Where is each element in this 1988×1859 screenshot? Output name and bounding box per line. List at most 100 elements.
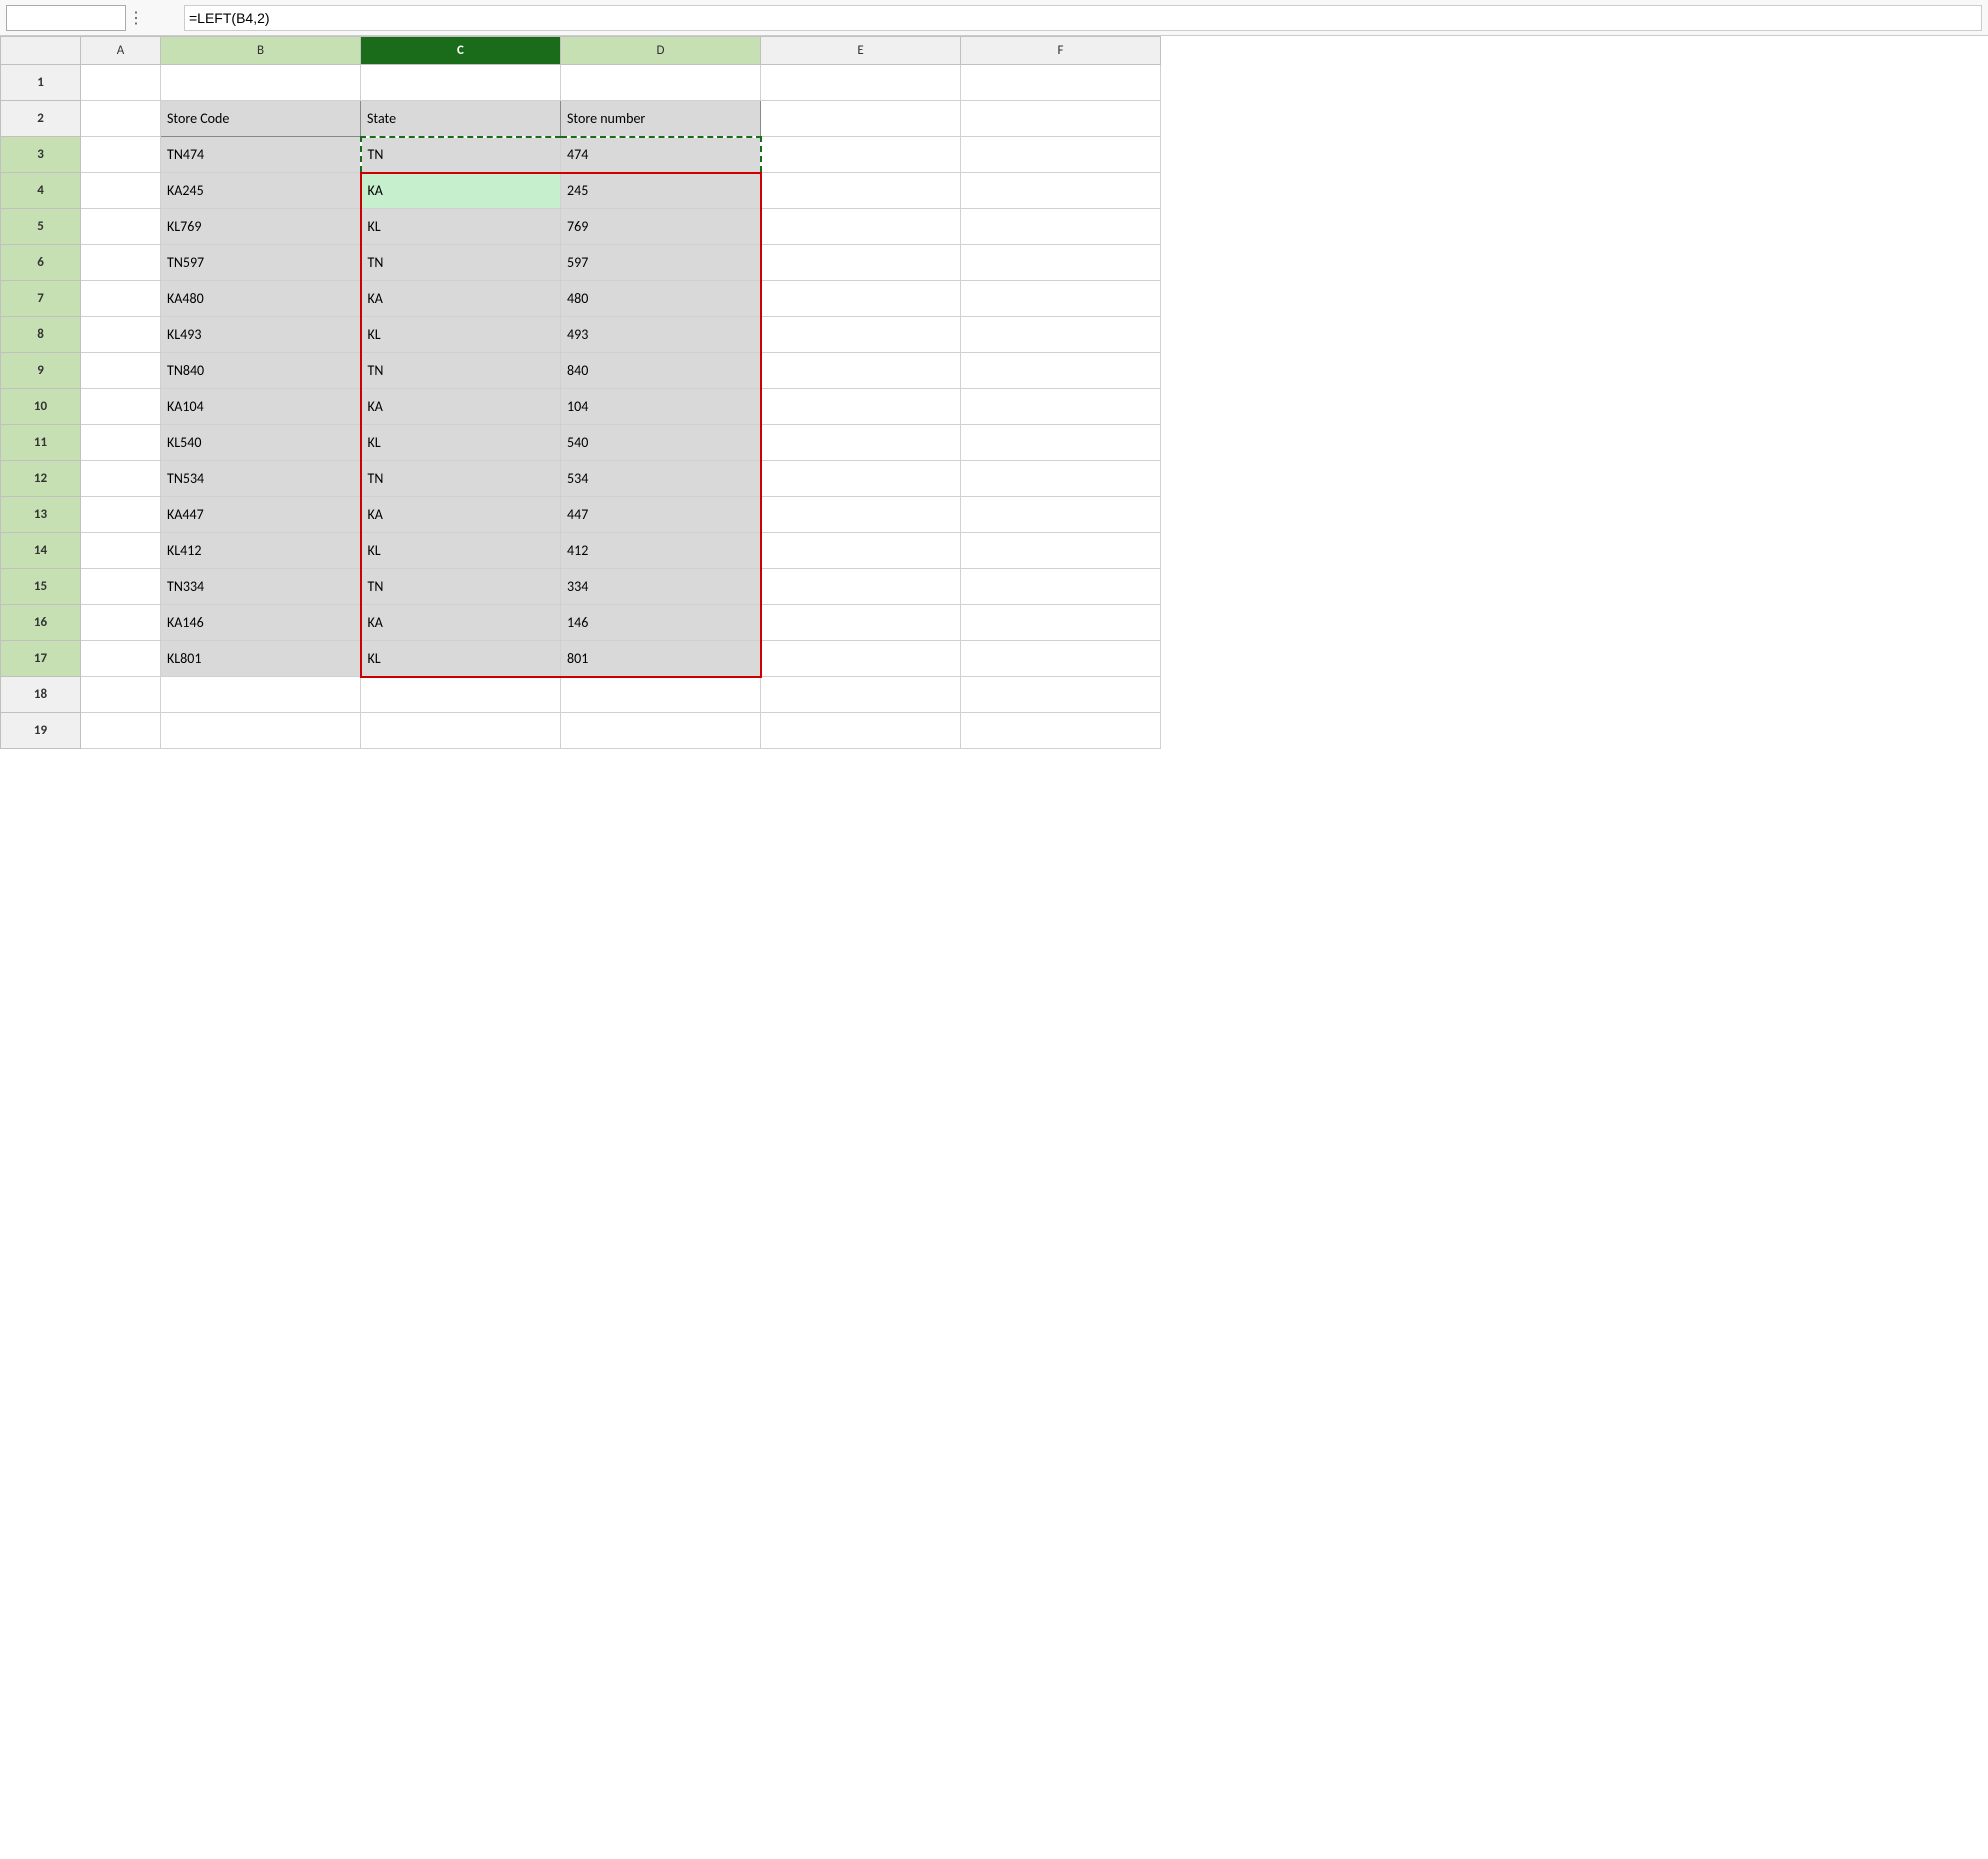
table-cell[interactable]: Store Code <box>161 101 361 137</box>
table-cell[interactable]: KA146 <box>161 605 361 641</box>
table-cell[interactable]: TN <box>361 353 561 389</box>
table-cell[interactable] <box>81 461 161 497</box>
table-cell[interactable] <box>961 65 1161 101</box>
table-cell[interactable]: 474 <box>561 137 761 173</box>
table-cell[interactable]: 245 <box>561 173 761 209</box>
table-cell[interactable] <box>161 65 361 101</box>
table-cell[interactable] <box>961 209 1161 245</box>
col-header-d[interactable]: D <box>561 37 761 65</box>
table-cell[interactable] <box>961 677 1161 713</box>
table-cell[interactable]: KL540 <box>161 425 361 461</box>
table-cell[interactable] <box>761 317 961 353</box>
table-cell[interactable] <box>81 569 161 605</box>
table-cell[interactable]: 480 <box>561 281 761 317</box>
table-cell[interactable] <box>761 389 961 425</box>
table-cell[interactable]: KL <box>361 317 561 353</box>
table-cell[interactable]: TN840 <box>161 353 361 389</box>
table-cell[interactable] <box>81 605 161 641</box>
table-cell[interactable] <box>761 65 961 101</box>
table-cell[interactable] <box>761 533 961 569</box>
table-cell[interactable]: TN <box>361 461 561 497</box>
table-cell[interactable] <box>961 425 1161 461</box>
table-cell[interactable] <box>961 173 1161 209</box>
table-cell[interactable]: State <box>361 101 561 137</box>
table-cell[interactable] <box>761 281 961 317</box>
table-cell[interactable] <box>561 677 761 713</box>
table-cell[interactable] <box>561 713 761 749</box>
table-cell[interactable] <box>81 281 161 317</box>
table-cell[interactable]: 334 <box>561 569 761 605</box>
table-cell[interactable] <box>761 497 961 533</box>
table-cell[interactable]: KL <box>361 209 561 245</box>
table-cell[interactable]: 540 <box>561 425 761 461</box>
table-cell[interactable]: KL493 <box>161 317 361 353</box>
table-cell[interactable] <box>961 317 1161 353</box>
table-cell[interactable] <box>761 137 961 173</box>
table-cell[interactable] <box>361 677 561 713</box>
table-cell[interactable]: KL769 <box>161 209 361 245</box>
table-cell[interactable]: KL <box>361 641 561 677</box>
table-cell[interactable] <box>961 101 1161 137</box>
table-cell[interactable] <box>81 389 161 425</box>
table-cell[interactable] <box>81 317 161 353</box>
table-cell[interactable] <box>761 605 961 641</box>
table-cell[interactable] <box>961 713 1161 749</box>
table-cell[interactable] <box>81 497 161 533</box>
table-cell[interactable]: KA <box>361 497 561 533</box>
table-cell[interactable]: KA447 <box>161 497 361 533</box>
table-cell[interactable]: 840 <box>561 353 761 389</box>
table-cell[interactable] <box>761 353 961 389</box>
table-cell[interactable]: KA480 <box>161 281 361 317</box>
table-cell[interactable]: KL801 <box>161 641 361 677</box>
table-cell[interactable] <box>361 65 561 101</box>
table-cell[interactable] <box>81 533 161 569</box>
table-cell[interactable] <box>961 569 1161 605</box>
table-cell[interactable]: TN <box>361 137 561 173</box>
table-cell[interactable]: TN474 <box>161 137 361 173</box>
table-cell[interactable]: TN597 <box>161 245 361 281</box>
table-cell[interactable] <box>961 497 1161 533</box>
table-cell[interactable] <box>761 425 961 461</box>
table-cell[interactable] <box>161 713 361 749</box>
table-cell[interactable] <box>81 353 161 389</box>
table-cell[interactable] <box>961 461 1161 497</box>
table-cell[interactable] <box>81 641 161 677</box>
table-cell[interactable] <box>761 677 961 713</box>
table-cell[interactable]: 493 <box>561 317 761 353</box>
table-cell[interactable] <box>81 713 161 749</box>
table-cell[interactable] <box>961 389 1161 425</box>
col-header-f[interactable]: F <box>961 37 1161 65</box>
table-cell[interactable] <box>761 209 961 245</box>
col-header-e[interactable]: E <box>761 37 961 65</box>
table-cell[interactable] <box>81 65 161 101</box>
table-cell[interactable] <box>81 173 161 209</box>
table-cell[interactable]: KL <box>361 533 561 569</box>
table-cell[interactable]: 146 <box>561 605 761 641</box>
table-cell[interactable] <box>561 65 761 101</box>
table-cell[interactable]: KA <box>361 605 561 641</box>
table-cell[interactable] <box>961 641 1161 677</box>
table-cell[interactable]: KA104 <box>161 389 361 425</box>
formula-input[interactable] <box>184 5 1982 31</box>
table-cell[interactable]: KA <box>361 173 561 209</box>
table-cell[interactable]: 801 <box>561 641 761 677</box>
table-cell[interactable]: 104 <box>561 389 761 425</box>
table-cell[interactable]: 597 <box>561 245 761 281</box>
table-cell[interactable] <box>761 641 961 677</box>
table-cell[interactable] <box>761 101 961 137</box>
table-cell[interactable] <box>761 461 961 497</box>
table-cell[interactable] <box>761 569 961 605</box>
table-cell[interactable]: KL412 <box>161 533 361 569</box>
col-header-c[interactable]: C <box>361 37 561 65</box>
table-cell[interactable] <box>81 425 161 461</box>
col-header-a[interactable]: A <box>81 37 161 65</box>
table-cell[interactable] <box>81 209 161 245</box>
table-cell[interactable] <box>961 281 1161 317</box>
table-cell[interactable]: 769 <box>561 209 761 245</box>
table-cell[interactable] <box>81 245 161 281</box>
table-cell[interactable]: KA245 <box>161 173 361 209</box>
table-cell[interactable]: TN334 <box>161 569 361 605</box>
table-cell[interactable]: Store number <box>561 101 761 137</box>
table-cell[interactable] <box>761 173 961 209</box>
table-cell[interactable]: KA <box>361 281 561 317</box>
